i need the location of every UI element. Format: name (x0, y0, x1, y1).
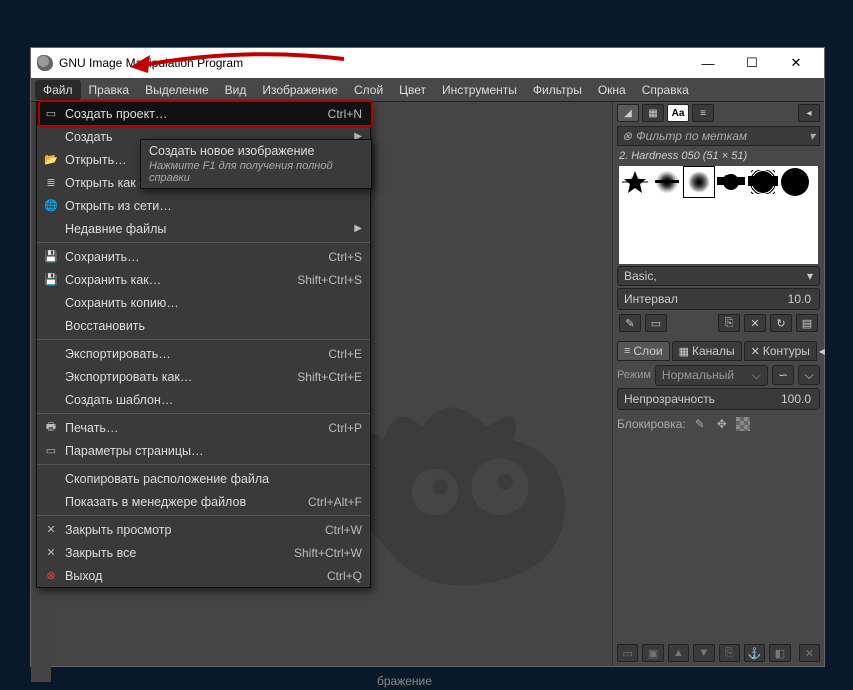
new-icon: ▭ (41, 106, 61, 122)
refresh-brush-button[interactable]: ↻ (770, 314, 792, 332)
tooltip-help: Нажмите F1 для получения полной справки (149, 160, 363, 184)
truncated-text: бражение (377, 674, 432, 688)
layer-group-button[interactable]: ▣ (642, 644, 663, 662)
interval-slider[interactable]: Интервал 10.0 (617, 288, 820, 310)
close-all-icon: ✕ (41, 545, 61, 561)
menu-revert[interactable]: Восстановить (37, 314, 370, 337)
menu-color[interactable]: Цвет (391, 80, 434, 100)
new-layer-button[interactable]: ▭ (617, 644, 638, 662)
menu-view[interactable]: Вид (217, 80, 255, 100)
mode-reset-button[interactable]: ⌵ (798, 365, 820, 385)
history-tab-icon[interactable]: ≡ (692, 104, 714, 122)
save-icon: 💾 (41, 249, 61, 265)
menu-open-location[interactable]: 🌐Открыть из сети… (37, 194, 370, 217)
menu-export-as[interactable]: Экспортировать как…Shift+Ctrl+E (37, 365, 370, 388)
menu-print[interactable]: 🖶Печать…Ctrl+P (37, 416, 370, 439)
lock-position-icon[interactable]: ✥ (714, 416, 730, 432)
duplicate-layer-button[interactable]: ⎘ (719, 644, 740, 662)
mask-layer-button[interactable]: ◧ (769, 644, 790, 662)
new-brush-button[interactable]: ▭ (645, 314, 667, 332)
brushes-tab-icon[interactable]: ◢ (617, 104, 639, 122)
brush-grid[interactable] (619, 166, 818, 264)
submenu-arrow-icon: ▶ (354, 223, 362, 234)
menu-edit[interactable]: Правка (81, 80, 138, 100)
tooltip-title: Создать новое изображение (149, 144, 363, 158)
clear-tags-icon[interactable]: ⊗ (622, 129, 632, 143)
lock-alpha-icon[interactable] (736, 417, 750, 431)
menu-new[interactable]: ▭Создать проект…Ctrl+N (37, 102, 370, 125)
close-icon: ✕ (41, 522, 61, 538)
menu-page-setup[interactable]: ▭Параметры страницы… (37, 439, 370, 462)
titlebar: GNU Image Manipulation Program — ☐ ✕ (31, 48, 824, 78)
brush-name: 2. Hardness 050 (51 × 51) (613, 148, 824, 164)
edit-brush-button[interactable]: ✎ (619, 314, 641, 332)
menu-windows[interactable]: Окна (590, 80, 634, 100)
save-as-icon: 💾 (41, 272, 61, 288)
brush-preset-select[interactable]: Basic, ▾ (617, 266, 820, 286)
opacity-label: Непрозрачность (624, 392, 715, 406)
menu-image[interactable]: Изображение (254, 80, 346, 100)
menu-save-as[interactable]: 💾Сохранить как…Shift+Ctrl+S (37, 268, 370, 291)
menu-quit[interactable]: ⊗ВыходCtrl+Q (37, 564, 370, 587)
duplicate-brush-button[interactable]: ⎘ (718, 314, 740, 332)
menubar: Файл Правка Выделение Вид Изображение Сл… (31, 78, 824, 102)
globe-icon: 🌐 (41, 198, 61, 214)
mode-switch-button[interactable]: ∽ (772, 365, 794, 385)
menu-copy-location[interactable]: Скопировать расположение файла (37, 467, 370, 490)
brush-preset-label: Basic, (624, 269, 657, 283)
menu-help[interactable]: Справка (634, 80, 697, 100)
right-panel: ◢ ▦ Aa ≡ ◂ ⊗ Фильтр по меткам ▾ 2. Hardn… (612, 102, 824, 666)
menu-layer[interactable]: Слой (346, 80, 391, 100)
open-as-image-button[interactable]: ▤ (796, 314, 818, 332)
tab-channels[interactable]: ▦Каналы (672, 341, 742, 361)
app-logo-icon (37, 55, 53, 71)
lower-layer-button[interactable]: ▼ (693, 644, 714, 662)
menu-select[interactable]: Выделение (137, 80, 217, 100)
mode-label: Режим (617, 369, 651, 381)
interval-value: 10.0 (788, 292, 811, 306)
maximize-button[interactable]: ☐ (730, 48, 774, 78)
lock-pixels-icon[interactable]: ✎ (692, 416, 708, 432)
menu-export[interactable]: Экспортировать…Ctrl+E (37, 342, 370, 365)
merge-layer-button[interactable]: ⚓ (744, 644, 765, 662)
menu-save-copy[interactable]: Сохранить копию… (37, 291, 370, 314)
open-icon: 📂 (41, 152, 61, 168)
menu-tools[interactable]: Инструменты (434, 80, 525, 100)
menu-recent[interactable]: Недавние файлы▶ (37, 217, 370, 240)
interval-label: Интервал (624, 292, 678, 306)
dropdown-icon: ▾ (807, 269, 813, 283)
tabs-menu-icon[interactable]: ◂ (819, 342, 825, 360)
delete-layer-button[interactable]: ✕ (799, 644, 820, 662)
tab-paths[interactable]: ✕Контуры (744, 341, 817, 361)
menu-filters[interactable]: Фильтры (525, 80, 590, 100)
fonts-tab-icon[interactable]: Aa (667, 104, 689, 122)
tags-dropdown-icon[interactable]: ▾ (809, 129, 815, 143)
open-layers-icon: ≣ (41, 175, 61, 191)
print-icon: 🖶 (41, 420, 61, 436)
delete-brush-button[interactable]: ✕ (744, 314, 766, 332)
menu-show-fm[interactable]: Показать в менеджере файловCtrl+Alt+F (37, 490, 370, 513)
tooltip: Создать новое изображение Нажмите F1 для… (140, 139, 372, 189)
window-title: GNU Image Manipulation Program (59, 56, 686, 70)
panel-menu-icon[interactable]: ◂ (798, 104, 820, 122)
filter-tags-placeholder: Фильтр по меткам (636, 129, 747, 143)
tab-layers[interactable]: ≡Слои (617, 341, 670, 361)
close-button[interactable]: ✕ (774, 48, 818, 78)
opacity-value: 100.0 (781, 392, 811, 406)
page-icon: ▭ (41, 443, 61, 459)
menu-close-view[interactable]: ✕Закрыть просмотрCtrl+W (37, 518, 370, 541)
patterns-tab-icon[interactable]: ▦ (642, 104, 664, 122)
lock-label: Блокировка: (617, 417, 686, 431)
raise-layer-button[interactable]: ▲ (668, 644, 689, 662)
lock-row: Блокировка: ✎ ✥ (617, 414, 820, 434)
quit-icon: ⊗ (41, 568, 61, 584)
filter-tags-input[interactable]: ⊗ Фильтр по меткам ▾ (617, 126, 820, 146)
menu-save[interactable]: 💾Сохранить…Ctrl+S (37, 245, 370, 268)
menu-file[interactable]: Файл (35, 80, 81, 100)
menu-close-all[interactable]: ✕Закрыть всеShift+Ctrl+W (37, 541, 370, 564)
menu-create-template[interactable]: Создать шаблон… (37, 388, 370, 411)
blend-mode-select[interactable]: Нормальный⌵ (655, 365, 768, 386)
minimize-button[interactable]: — (686, 48, 730, 78)
opacity-slider[interactable]: Непрозрачность 100.0 (617, 388, 820, 410)
